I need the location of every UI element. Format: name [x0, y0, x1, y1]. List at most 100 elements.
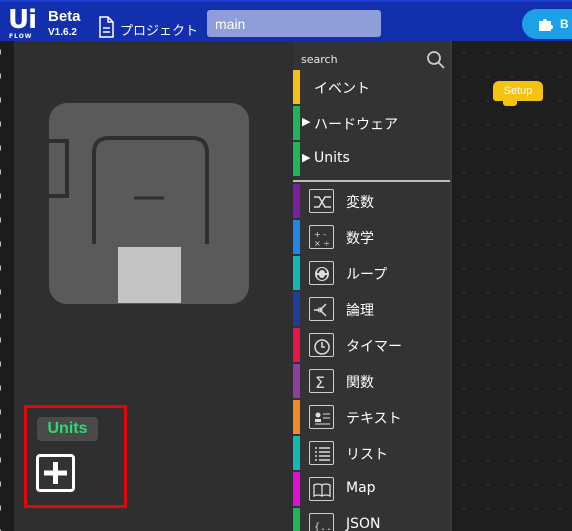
device-preview	[49, 103, 249, 304]
edge-glyph: 0	[0, 377, 14, 401]
document-icon	[99, 15, 114, 38]
device-port	[118, 247, 181, 303]
palette-category[interactable]: + - × ÷ 数学	[293, 220, 452, 254]
uiflow-ide: Ui FLOW Beta V1.6.2 プロジェクト B 00000000000…	[0, 0, 572, 531]
math-icon: + - × ÷	[309, 225, 334, 249]
palette-category[interactable]: {..} JSON	[293, 508, 452, 531]
category-label: 変数	[346, 195, 374, 211]
edge-glyph: 0	[0, 449, 14, 473]
category-color-bar	[293, 142, 300, 176]
svg-text:+ -: + -	[314, 230, 326, 239]
palette-category[interactable]: タイマー	[293, 328, 452, 362]
logo-subtext: FLOW	[9, 33, 33, 40]
category-label: JSON	[346, 516, 381, 531]
palette-category[interactable]: 論理	[293, 292, 452, 326]
category-label: 関数	[346, 375, 374, 391]
project-button[interactable]: プロジェクト	[98, 14, 198, 39]
category-label: Map	[346, 480, 376, 496]
search-placeholder: search	[301, 53, 338, 66]
palette-category[interactable]: ループ	[293, 256, 452, 290]
svg-text:{..}: {..}	[314, 522, 332, 531]
svg-text:Σ: Σ	[315, 373, 325, 392]
category-label: 論理	[346, 303, 374, 319]
palette-category[interactable]: テキスト	[293, 400, 452, 434]
edition-label: Beta	[48, 8, 81, 25]
edge-glyph: 0	[0, 497, 14, 521]
edge-glyph: 0	[0, 257, 14, 281]
category-label: ハードウェア	[314, 117, 398, 133]
category-color-bar	[293, 220, 300, 254]
edge-glyph: 0	[0, 137, 14, 161]
list-icon	[309, 441, 334, 465]
loop-icon	[309, 261, 334, 285]
category-color-bar	[293, 292, 300, 326]
edge-glyph: 0	[0, 329, 14, 353]
plus-icon	[44, 462, 67, 484]
category-label: タイマー	[346, 339, 402, 355]
text-card-icon	[309, 405, 334, 429]
category-color-bar	[293, 184, 300, 218]
palette-category[interactable]: Map	[293, 472, 452, 506]
book-icon	[309, 477, 334, 501]
palette-divider	[293, 180, 450, 182]
extension-button-label: B	[560, 17, 569, 31]
palette-category[interactable]: ▶ Units	[293, 142, 452, 176]
edge-glyph: 0	[0, 401, 14, 425]
edge-glyph: 0	[0, 353, 14, 377]
version-label: V1.6.2	[48, 27, 77, 38]
category-color-bar	[293, 400, 300, 434]
category-color-bar	[293, 508, 300, 531]
category-color-bar	[293, 328, 300, 362]
edge-glyph: 0	[0, 89, 14, 113]
braces-icon: {..}	[309, 513, 334, 531]
search-icon[interactable]	[426, 50, 446, 70]
category-color-bar	[293, 70, 300, 104]
left-edge-panel: 000000000000000000000	[0, 41, 14, 531]
timer-icon	[309, 333, 334, 357]
palette-category[interactable]: Σ 関数	[293, 364, 452, 398]
uiflow-logo: Ui FLOW	[8, 5, 44, 41]
edge-glyph: 0	[0, 113, 14, 137]
svg-text:× ÷: × ÷	[314, 239, 330, 248]
block-workspace[interactable]: Setup	[452, 41, 572, 531]
category-color-bar	[293, 106, 300, 140]
category-color-bar	[293, 436, 300, 470]
palette-category[interactable]: ▶ ハードウェア	[293, 106, 452, 140]
edge-glyph: 0	[0, 209, 14, 233]
setup-block[interactable]: Setup	[493, 81, 543, 106]
project-name-input[interactable]	[207, 10, 381, 37]
category-label: 数学	[346, 231, 374, 247]
edge-glyph: 0	[0, 233, 14, 257]
edge-glyph: 0	[0, 281, 14, 305]
palette-category[interactable]: リスト	[293, 436, 452, 470]
project-label: プロジェクト	[120, 24, 199, 39]
top-header: Ui FLOW Beta V1.6.2 プロジェクト B	[0, 0, 572, 41]
puzzle-icon	[539, 19, 553, 31]
category-label: Units	[314, 150, 350, 166]
edge-glyph: 0	[0, 65, 14, 89]
add-unit-button[interactable]	[36, 454, 75, 492]
extension-button[interactable]: B	[522, 9, 572, 39]
edge-glyph: 0	[0, 305, 14, 329]
shuffle-icon	[309, 189, 334, 213]
expand-triangle-icon[interactable]: ▶	[302, 151, 310, 164]
block-palette: search イベント ▶ ハードウェア ▶ Units 変数 + - × ÷ 数学ループ論理タ…	[293, 41, 452, 531]
category-color-bar	[293, 472, 300, 506]
palette-category[interactable]: 変数	[293, 184, 452, 218]
units-tag[interactable]: Units	[37, 417, 98, 441]
edge-glyph: 0	[0, 41, 14, 65]
palette-search[interactable]: search	[293, 45, 452, 71]
category-label: リスト	[346, 447, 388, 463]
palette-category[interactable]: イベント	[293, 70, 452, 104]
expand-triangle-icon[interactable]: ▶	[302, 115, 310, 128]
edge-glyph: 0	[0, 185, 14, 209]
category-color-bar	[293, 364, 300, 398]
edge-glyph: 0	[0, 161, 14, 185]
edge-glyph: 0	[0, 425, 14, 449]
edge-glyph: 0	[0, 473, 14, 497]
sigma-icon: Σ	[309, 369, 334, 393]
category-label: テキスト	[346, 411, 402, 427]
branch-icon	[309, 297, 334, 321]
category-color-bar	[293, 256, 300, 290]
edge-glyph: 0	[0, 521, 14, 531]
